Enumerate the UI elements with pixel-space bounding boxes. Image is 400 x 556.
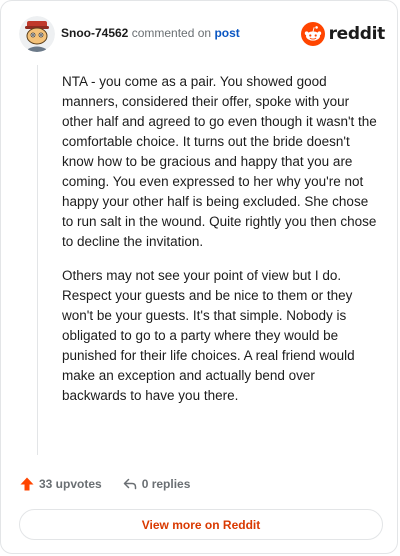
replies-button[interactable]: 0 replies: [122, 476, 191, 492]
user-avatar[interactable]: [19, 16, 55, 52]
reddit-snoo-icon: [300, 22, 325, 46]
post-link[interactable]: post: [214, 26, 239, 40]
upvotes-button[interactable]: 33 upvotes: [19, 476, 102, 492]
comment-paragraph-1: NTA - you come as a pair. You showed goo…: [62, 74, 377, 249]
reddit-logo[interactable]: reddit: [300, 21, 386, 47]
replies-count: 0 replies: [141, 477, 191, 491]
username-link[interactable]: Snoo-74562: [61, 26, 128, 40]
comment-footer: 33 upvotes 0 replies: [19, 474, 190, 494]
comment-action-text: commented on: [131, 26, 212, 40]
snoo-avatar-icon: [19, 16, 55, 52]
upvotes-count: 33 upvotes: [39, 477, 102, 491]
comment-card: Snoo-74562 commented on post reddit NTA …: [0, 0, 398, 554]
upvote-arrow-icon: [20, 477, 34, 491]
comment-body: NTA - you come as a pair. You showed goo…: [62, 72, 380, 420]
view-more-button[interactable]: View more on Reddit: [19, 509, 383, 540]
reddit-wordmark: reddit: [328, 24, 386, 44]
reply-arrow-icon: [123, 478, 136, 490]
comment-header: Snoo-74562 commented on post reddit: [19, 15, 385, 53]
comment-paragraph-2: Others may not see your point of view bu…: [62, 268, 355, 403]
thread-line: [37, 65, 38, 455]
comment-meta: Snoo-74562 commented on post: [61, 26, 240, 40]
